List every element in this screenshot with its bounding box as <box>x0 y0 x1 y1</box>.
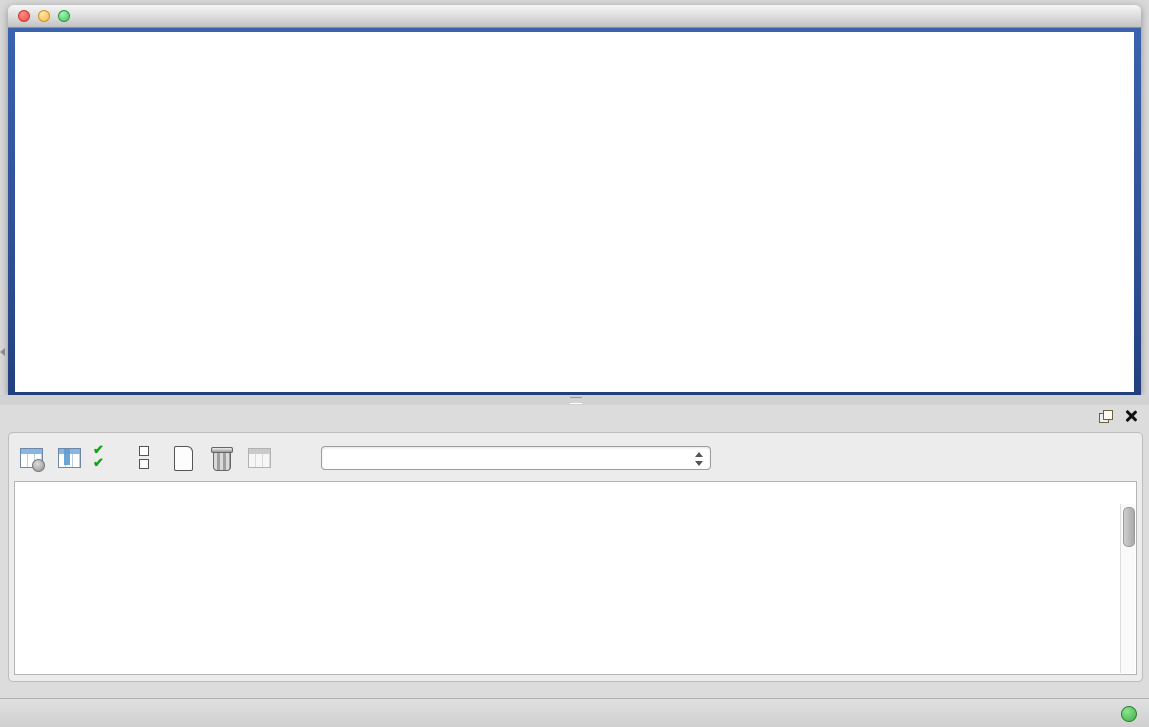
memory-ok-icon <box>1121 706 1137 722</box>
select-columns-icon[interactable]: ✔✔ <box>93 444 121 472</box>
collapse-panel-arrow-icon[interactable] <box>0 348 5 356</box>
delete-column-icon[interactable] <box>207 444 235 472</box>
node-table <box>14 481 1137 675</box>
unselect-columns-icon[interactable] <box>131 444 159 472</box>
table-toolbar: ✔✔ <box>17 441 711 475</box>
attribute-browser: ✔✔ <box>8 432 1143 682</box>
function-builder-icon[interactable] <box>283 444 311 472</box>
network-canvas[interactable] <box>15 32 1134 392</box>
divider-handle-icon[interactable] <box>570 397 582 404</box>
table-settings-icon[interactable] <box>17 444 45 472</box>
status-bar <box>0 698 1149 727</box>
application-root: { "window": { "title": "citations_edges.… <box>0 0 1149 727</box>
scrollbar-thumb[interactable] <box>1123 507 1135 547</box>
window-titlebar[interactable] <box>8 5 1141 28</box>
show-columns-icon[interactable] <box>55 444 83 472</box>
close-window-icon[interactable] <box>18 10 30 22</box>
network-window <box>8 5 1141 395</box>
float-panel-icon[interactable] <box>1099 410 1113 423</box>
import-table-icon <box>245 444 273 472</box>
network-table-select[interactable] <box>321 446 711 470</box>
network-frame <box>8 28 1141 395</box>
zoom-window-icon[interactable] <box>58 10 70 22</box>
minimize-window-icon[interactable] <box>38 10 50 22</box>
network-graph <box>15 32 1134 392</box>
close-panel-icon[interactable] <box>1124 409 1137 422</box>
select-stepper-icon <box>693 451 704 467</box>
table-panel: ✔✔ <box>0 405 1149 698</box>
create-column-icon[interactable] <box>169 444 197 472</box>
panel-divider[interactable] <box>0 395 1149 405</box>
table-scrollbar[interactable] <box>1120 504 1135 673</box>
table-panel-header <box>0 405 1149 429</box>
